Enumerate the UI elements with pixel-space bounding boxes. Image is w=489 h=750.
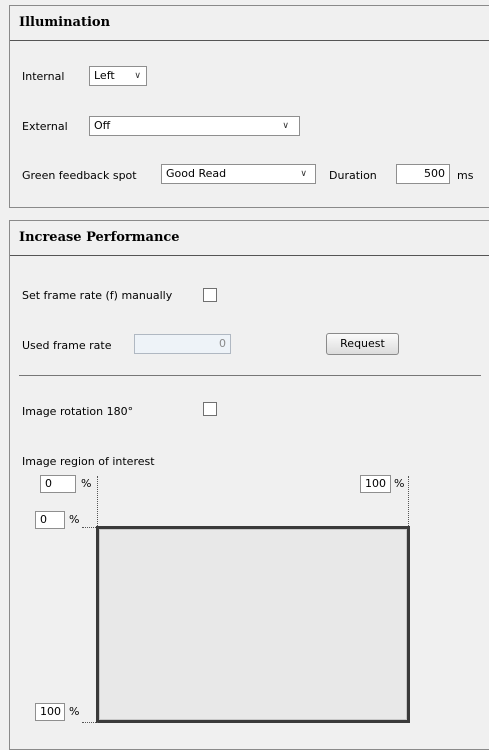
chevron-down-icon: ∨ xyxy=(300,169,307,179)
roi-left-input[interactable]: 0 xyxy=(40,475,76,493)
image-rotation-label: Image rotation 180° xyxy=(22,405,134,418)
roi-rectangle[interactable] xyxy=(96,526,410,723)
roi-bottom-unit: % xyxy=(69,705,80,718)
internal-select[interactable]: Left ∨ xyxy=(89,66,147,86)
chevron-down-icon: ∨ xyxy=(282,121,289,131)
illumination-panel: Illumination Internal Left ∨ External Of… xyxy=(9,5,489,208)
frame-rate-manual-label: Set frame rate (f) manually xyxy=(22,289,173,302)
illumination-divider xyxy=(10,40,489,41)
performance-divider xyxy=(10,255,489,256)
request-button[interactable]: Request xyxy=(326,333,399,355)
illumination-title: Illumination xyxy=(19,15,111,30)
roi-top-unit: % xyxy=(69,513,80,526)
roi-bottom-input[interactable]: 100 xyxy=(35,703,65,721)
used-frame-rate-input: 0 xyxy=(134,334,231,354)
section-divider xyxy=(19,375,481,376)
performance-title: Increase Performance xyxy=(19,230,180,245)
chevron-down-icon: ∨ xyxy=(134,71,141,81)
roi-top-input[interactable]: 0 xyxy=(35,511,65,529)
external-select-value: Off xyxy=(94,119,111,132)
external-label: External xyxy=(22,120,68,133)
frame-rate-manual-checkbox[interactable] xyxy=(203,288,217,302)
roi-right-guide xyxy=(408,476,409,526)
roi-right-input[interactable]: 100 xyxy=(360,475,391,493)
performance-panel: Increase Performance Set frame rate (f) … xyxy=(9,220,489,750)
duration-unit: ms xyxy=(457,169,474,182)
roi-label: Image region of interest xyxy=(22,455,155,468)
used-frame-rate-label: Used frame rate xyxy=(22,339,112,352)
roi-left-unit: % xyxy=(81,477,92,490)
internal-label: Internal xyxy=(22,70,65,83)
roi-left-guide xyxy=(97,476,98,526)
image-rotation-checkbox[interactable] xyxy=(203,402,217,416)
duration-input[interactable]: 500 xyxy=(396,164,450,184)
green-feedback-select[interactable]: Good Read ∨ xyxy=(161,164,316,184)
roi-right-unit: % xyxy=(394,477,405,490)
green-feedback-select-value: Good Read xyxy=(166,167,227,180)
external-select[interactable]: Off ∨ xyxy=(89,116,300,136)
green-feedback-label: Green feedback spot xyxy=(22,169,137,182)
roi-bottom-guide xyxy=(82,722,98,723)
internal-select-value: Left xyxy=(94,69,115,82)
duration-label: Duration xyxy=(329,169,377,182)
